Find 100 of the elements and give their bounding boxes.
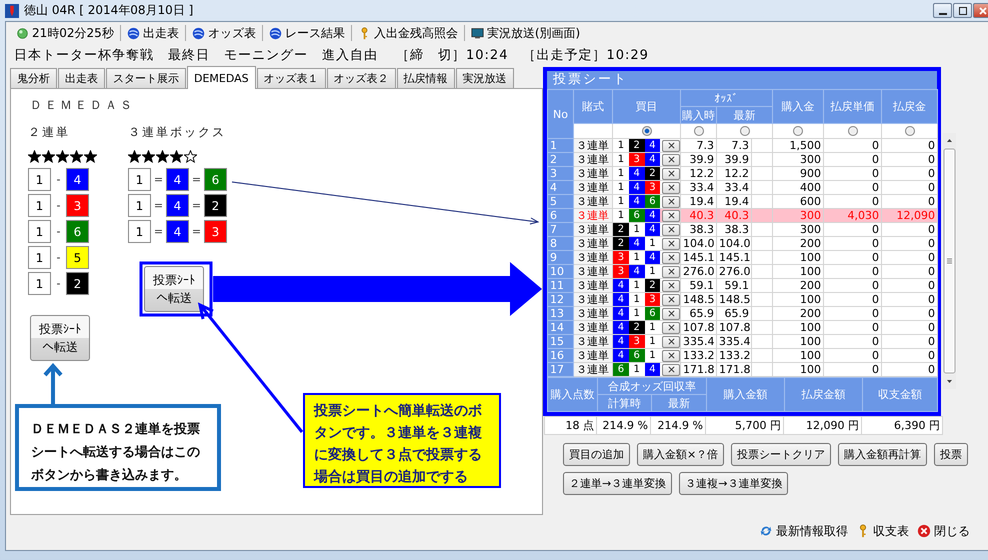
toolbar-link[interactable]: 実況放送(別画面) [464,24,586,42]
radio-button[interactable] [904,126,915,136]
table-cell: ３連単 [574,194,612,208]
close-icon [668,310,675,317]
radio-button[interactable] [740,126,750,136]
maximize-button[interactable] [953,3,972,18]
remove-button[interactable] [662,350,680,362]
monitor-icon [470,26,484,40]
callout-text: 投票シートへ簡単転送のボタンです。３連単を３連複に変換して３点で投票する場合は買目の追加でする [314,402,483,487]
table-cell: 5,700 円 [706,416,784,434]
toolbar-link[interactable]: レース結果 [262,24,351,42]
radio-button[interactable] [793,126,804,136]
table-cell: 8 [548,236,574,250]
boat-number: 1 [644,237,660,250]
remove-button[interactable] [662,294,680,306]
tab[interactable]: 払戻情報 [396,68,455,88]
globe-icon [268,26,282,40]
action-button[interactable]: ３連複→３連単変換 [679,472,788,495]
table-cell: ３連単 [574,152,612,166]
close-icon [668,366,675,373]
toolbar-link[interactable]: 出走表 [120,24,185,42]
table-cell: 3 [548,166,574,180]
column-header: 払戻金 [882,90,938,124]
boat-number: 4 [644,363,660,376]
column-header: 最新 [652,394,706,412]
remove-button[interactable] [662,308,680,320]
remove-button[interactable] [662,182,680,194]
close-icon [668,198,675,205]
transfer-button[interactable]: 投票ｼｰﾄへ転送 [30,315,90,361]
boat-number: 4 [644,139,660,152]
globe-icon [126,26,140,40]
separator: = [190,173,202,186]
remove-button[interactable] [662,238,680,250]
remove-button[interactable] [662,210,680,222]
radio-button[interactable] [848,126,858,136]
remove-button[interactable] [662,252,680,264]
transfer-button[interactable]: 投票ｼｰﾄへ転送 [144,266,204,312]
remove-button[interactable] [662,168,680,180]
boat-number: 2 [66,272,89,295]
boat-number: 1 [128,194,151,217]
boat-number: 2 [613,223,629,236]
boat-number: 3 [628,335,644,348]
boat-number: 1 [128,220,151,243]
boat-number: 3 [613,265,629,278]
close-button[interactable] [973,3,988,18]
remove-button[interactable] [662,322,680,334]
action-button[interactable]: 投票 [934,443,968,466]
tab[interactable]: DEMEDAS [187,66,256,89]
remove-button[interactable] [662,364,680,376]
column-header: 賭式 [574,90,612,124]
toolbar-link[interactable]: 入出金残高照会 [352,24,464,42]
tab[interactable]: オッズ表２ [326,68,396,88]
footer-link[interactable]: 収支表 [856,522,909,540]
remove-button[interactable] [662,266,680,278]
column-header: 最新 [716,106,773,124]
remove-button[interactable] [662,336,680,348]
boat-number: 1 [644,349,660,362]
callout-text: ＤＥＭＥＤＡＳ２連単を投票シートへ転送する場合はこのボタンから書き込みます。 [31,421,201,485]
close-icon [668,352,675,359]
tab[interactable]: スタート展示 [106,68,186,88]
tab[interactable]: オッズ表１ [256,68,326,88]
close-icon [668,282,675,289]
minimize-button[interactable] [933,3,952,18]
column-header: 払戻金額 [784,378,862,412]
refresh-icon [759,524,773,538]
radio-button[interactable] [642,126,652,136]
action-button[interactable]: ２連単→３連単変換 [563,472,672,495]
action-button[interactable]: 買目の追加 [563,443,630,466]
table-cell: 18 点 [544,416,596,434]
boat-number: 1 [28,272,51,295]
remove-button[interactable] [662,140,680,152]
action-button[interactable]: 投票シートクリア [731,443,832,466]
radio-button[interactable] [694,126,704,136]
remove-button[interactable] [662,280,680,292]
tab[interactable]: 鬼分析 [10,68,57,88]
boat-number: 6 [644,195,660,208]
boat-number: 1 [28,220,51,243]
table-cell: ３連単 [574,292,612,306]
action-button[interactable]: 購入金額再計算 [838,443,928,466]
boat-number: 4 [166,194,189,217]
boat-number: 4 [644,251,660,264]
group-label: ２連単 [28,124,70,141]
tab[interactable]: 出走表 [58,68,105,88]
boat-number: 4 [166,168,189,191]
action-button[interactable]: 購入金額×？倍 [637,443,724,466]
footer-link[interactable]: 最新情報取得 [759,522,848,540]
remove-button[interactable] [662,196,680,208]
boat-number: 2 [628,139,644,152]
toolbar-link[interactable]: オッズ表 [186,24,262,42]
boat-number: 1 [613,153,629,166]
tab[interactable]: 実況放送 [456,68,514,88]
boat-number: 4 [628,195,644,208]
close-icon [668,226,675,233]
remove-button[interactable] [662,154,680,166]
close-icon [979,6,987,14]
boat-number: 4 [613,335,629,348]
table-cell: 10 [548,264,574,278]
footer-link[interactable]: 閉じる [917,522,970,540]
remove-button[interactable] [662,224,680,236]
table-cell: 1 [548,138,574,152]
